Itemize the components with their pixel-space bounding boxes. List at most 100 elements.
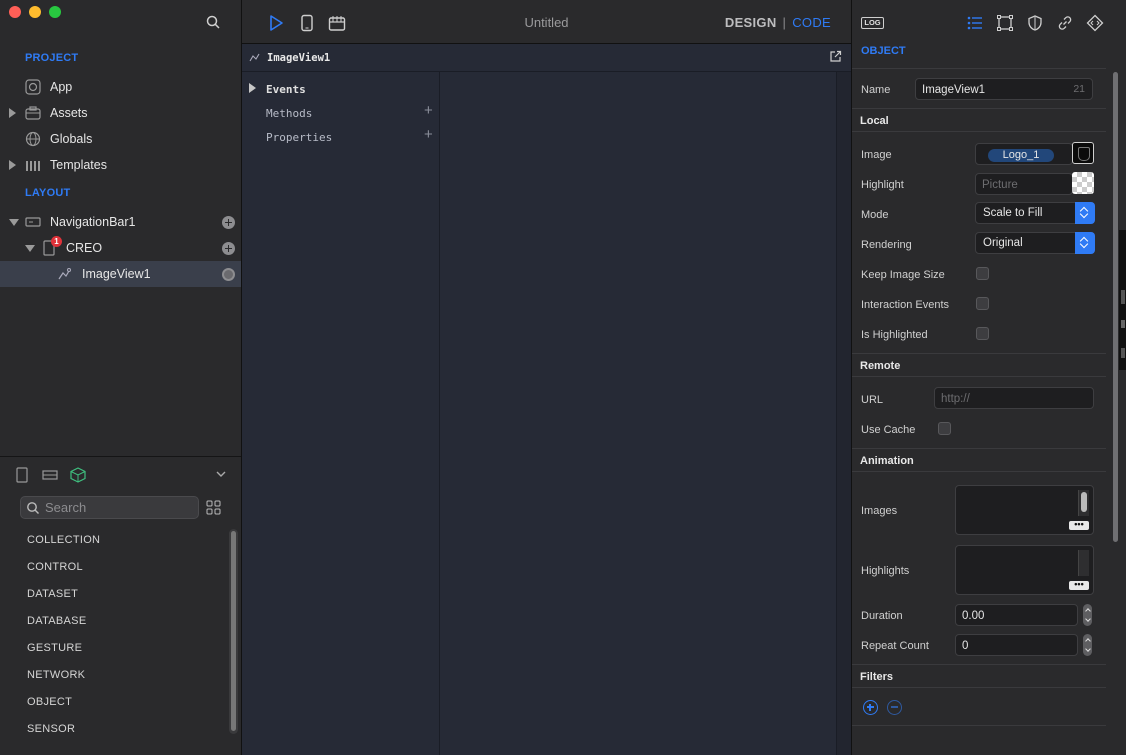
duration-label: Duration bbox=[861, 610, 903, 622]
highlights-more-button[interactable]: ••• bbox=[1069, 580, 1089, 590]
code-editor-area: Untitled DESIGN | CODE ImageView1 Events M… bbox=[242, 0, 851, 755]
images-list-scrollbar[interactable] bbox=[1078, 490, 1089, 516]
code-diamond-icon[interactable] bbox=[1086, 14, 1104, 32]
frame-icon[interactable] bbox=[996, 14, 1014, 32]
search-icon[interactable] bbox=[206, 15, 220, 29]
layout-tab-icon[interactable] bbox=[42, 467, 58, 483]
shield-icon[interactable] bbox=[1026, 14, 1044, 32]
library-category-gesture[interactable]: GESTURE bbox=[27, 642, 82, 654]
add-property-button[interactable]: + bbox=[424, 126, 433, 143]
outline-properties[interactable]: Properties bbox=[266, 131, 332, 144]
zoom-window-button[interactable] bbox=[49, 6, 61, 18]
duration-stepper[interactable] bbox=[1083, 604, 1092, 626]
inspector-section-title: OBJECT bbox=[861, 45, 906, 57]
link-icon[interactable] bbox=[1056, 14, 1074, 32]
code-mode-button[interactable]: CODE bbox=[792, 15, 831, 30]
external-link-icon[interactable] bbox=[829, 50, 842, 63]
editor-scrollbar[interactable] bbox=[836, 72, 851, 755]
add-method-button[interactable]: + bbox=[424, 102, 433, 119]
repeat-count-label: Repeat Count bbox=[861, 640, 929, 652]
url-input[interactable] bbox=[941, 391, 1087, 406]
log-button[interactable]: LOG bbox=[861, 17, 884, 29]
repeat-count-field[interactable] bbox=[955, 634, 1078, 656]
remove-filter-button[interactable] bbox=[887, 700, 902, 715]
layout-item-navigationbar1[interactable]: NavigationBar1 bbox=[0, 209, 241, 235]
list-icon[interactable] bbox=[966, 14, 984, 32]
grid-view-icon[interactable] bbox=[206, 500, 221, 515]
highlight-preview[interactable] bbox=[1072, 172, 1094, 194]
library-category-sensor[interactable]: SENSOR bbox=[27, 723, 75, 735]
code-text-area[interactable] bbox=[441, 72, 836, 755]
design-mode-button[interactable]: DESIGN bbox=[725, 15, 777, 30]
image-field[interactable]: Logo_1 bbox=[975, 143, 1073, 165]
app-window: PROJECT App Assets Globals Templates LAY… bbox=[0, 0, 1126, 755]
disclosure-triangle-icon[interactable] bbox=[25, 245, 35, 252]
highlights-list[interactable]: ••• bbox=[955, 545, 1094, 595]
keep-image-size-label: Keep Image Size bbox=[861, 269, 945, 281]
add-filter-button[interactable] bbox=[863, 700, 878, 715]
repeat-count-stepper[interactable] bbox=[1083, 634, 1092, 656]
library-search-input[interactable] bbox=[45, 499, 195, 516]
highlights-list-scrollbar[interactable] bbox=[1078, 550, 1089, 576]
minimize-window-button[interactable] bbox=[29, 6, 41, 18]
sidebar-item-assets[interactable]: Assets bbox=[0, 100, 241, 126]
rendering-label: Rendering bbox=[861, 239, 912, 251]
disclosure-triangle-icon[interactable] bbox=[249, 83, 256, 93]
mode-select[interactable]: Scale to Fill bbox=[975, 202, 1095, 224]
highlight-field[interactable] bbox=[975, 173, 1073, 195]
selection-indicator[interactable] bbox=[222, 267, 235, 281]
layout-item-imageview1[interactable]: ImageView1 bbox=[0, 261, 241, 287]
library-category-database[interactable]: DATABASE bbox=[27, 615, 86, 627]
name-field[interactable]: 21 bbox=[915, 78, 1093, 100]
sidebar-item-templates[interactable]: Templates bbox=[0, 152, 241, 178]
disclosure-triangle-icon[interactable] bbox=[9, 108, 16, 118]
navigation-bar-icon bbox=[25, 217, 41, 227]
layout-item-creo[interactable]: 1 CREO bbox=[0, 235, 241, 261]
code-object-name: ImageView1 bbox=[267, 52, 331, 64]
globe-icon bbox=[25, 131, 41, 147]
disclosure-triangle-icon[interactable] bbox=[9, 160, 16, 170]
duration-field[interactable] bbox=[955, 604, 1078, 626]
highlight-input[interactable] bbox=[982, 177, 1066, 192]
select-arrows-icon bbox=[1075, 232, 1095, 254]
filters-section-header[interactable]: Filters bbox=[852, 664, 1106, 688]
images-list[interactable]: ••• bbox=[955, 485, 1094, 535]
url-field[interactable] bbox=[934, 387, 1094, 409]
animation-section-title: Animation bbox=[860, 455, 914, 467]
close-window-button[interactable] bbox=[9, 6, 21, 18]
image-preview[interactable] bbox=[1072, 142, 1094, 164]
images-more-button[interactable]: ••• bbox=[1069, 520, 1089, 530]
outline-methods[interactable]: Methods bbox=[266, 107, 312, 120]
library-category-control[interactable]: CONTROL bbox=[27, 561, 83, 573]
chevron-down-icon[interactable] bbox=[215, 468, 227, 480]
use-cache-checkbox[interactable] bbox=[938, 422, 951, 435]
interaction-events-checkbox[interactable] bbox=[976, 297, 989, 310]
name-input[interactable] bbox=[922, 82, 1086, 97]
remote-section-header[interactable]: Remote bbox=[852, 353, 1106, 377]
library-category-network[interactable]: NETWORK bbox=[27, 669, 85, 681]
keep-image-size-checkbox[interactable] bbox=[976, 267, 989, 280]
library-search[interactable] bbox=[20, 496, 199, 519]
sidebar-item-globals[interactable]: Globals bbox=[0, 126, 241, 152]
cube-tab-icon[interactable] bbox=[70, 467, 86, 483]
animation-section-header[interactable]: Animation bbox=[852, 448, 1106, 472]
sidebar-item-app[interactable]: App bbox=[0, 74, 241, 100]
image-token[interactable]: Logo_1 bbox=[988, 149, 1054, 162]
is-highlighted-checkbox[interactable] bbox=[976, 327, 989, 340]
repeat-count-input[interactable] bbox=[962, 638, 1071, 653]
disclosure-triangle-icon[interactable] bbox=[9, 219, 19, 226]
add-child-button[interactable] bbox=[222, 215, 235, 229]
screen-tab-icon[interactable] bbox=[14, 467, 30, 483]
add-child-button[interactable] bbox=[222, 241, 235, 255]
inspector-scrollbar[interactable] bbox=[1111, 72, 1120, 749]
library-category-dataset[interactable]: DATASET bbox=[27, 588, 78, 600]
library-category-collection[interactable]: COLLECTION bbox=[27, 534, 100, 546]
duration-input[interactable] bbox=[962, 608, 1071, 623]
library-scrollbar[interactable] bbox=[229, 529, 238, 734]
outline-events[interactable]: Events bbox=[266, 83, 306, 96]
local-section-header[interactable]: Local bbox=[852, 108, 1106, 132]
local-section-title: Local bbox=[860, 115, 889, 127]
library-category-object[interactable]: OBJECT bbox=[27, 696, 72, 708]
mode-switch: DESIGN | CODE bbox=[725, 15, 831, 30]
rendering-select[interactable]: Original bbox=[975, 232, 1095, 254]
